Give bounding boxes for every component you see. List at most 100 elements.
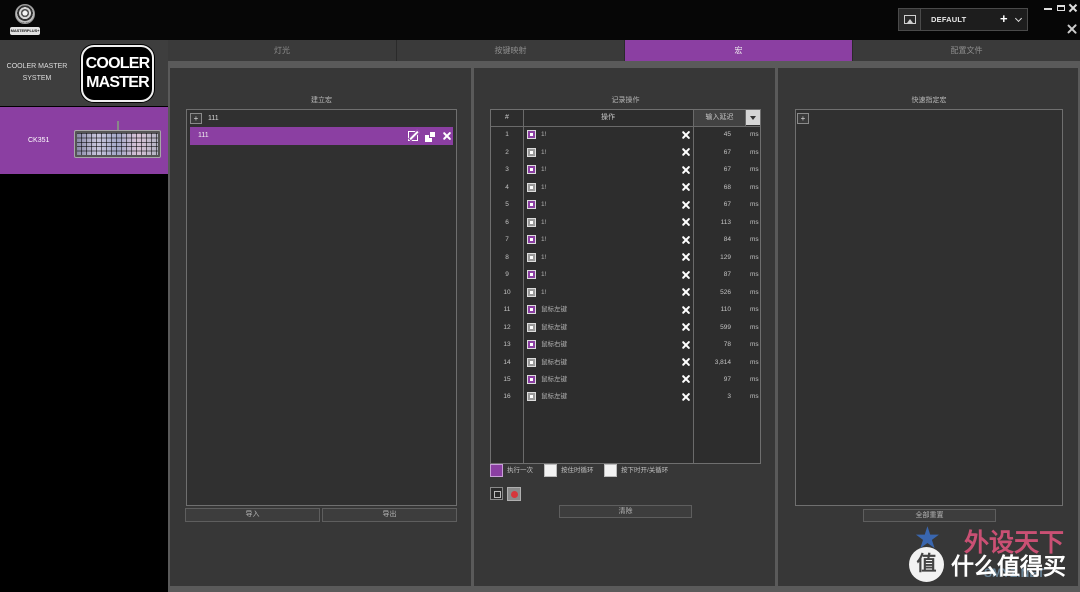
delete-row-icon[interactable]	[682, 165, 691, 174]
record-row-action[interactable]: 鼠标左键	[541, 371, 567, 388]
record-row[interactable]: 9 1! 87 ms	[491, 266, 760, 283]
tab-profile[interactable]: 配置文件	[852, 40, 1080, 61]
delete-row-icon[interactable]	[682, 392, 691, 401]
record-row-action[interactable]: 鼠标右键	[541, 354, 567, 371]
mode-hold-loop-checkbox[interactable]	[544, 464, 557, 477]
mode-once-checkbox[interactable]	[490, 464, 503, 477]
record-row[interactable]: 8 1! 129 ms	[491, 249, 760, 266]
delete-row-icon[interactable]	[682, 375, 691, 384]
sidebar-item-ck351[interactable]: CK351	[0, 107, 168, 174]
record-row-delay[interactable]: 110	[693, 301, 731, 318]
delete-row-icon[interactable]	[682, 340, 691, 349]
record-row-delay[interactable]: 67	[693, 161, 731, 178]
delete-row-icon[interactable]	[682, 218, 691, 227]
record-row-action[interactable]: 1!	[541, 196, 546, 213]
maximize-icon[interactable]	[1057, 5, 1065, 11]
export-button[interactable]: 导出	[322, 508, 457, 522]
record-row-action[interactable]: 1!	[541, 214, 546, 231]
record-row[interactable]: 3 1! 67 ms	[491, 161, 760, 178]
delete-row-icon[interactable]	[682, 270, 691, 279]
delete-row-icon[interactable]	[682, 235, 691, 244]
reset-all-button[interactable]: 全部重置	[863, 509, 996, 522]
profile-image-button[interactable]	[899, 9, 921, 30]
record-row[interactable]: 1 1! 45 ms	[491, 126, 760, 143]
quick-assign-title: 快速指定宏	[911, 97, 947, 104]
tab-macro[interactable]: 宏	[624, 40, 852, 61]
record-row-delay[interactable]: 129	[693, 249, 731, 266]
delete-row-icon[interactable]	[682, 305, 691, 314]
tab-lighting[interactable]: 灯光	[168, 40, 396, 61]
tools-icon[interactable]	[1067, 24, 1077, 34]
record-row-delay[interactable]: 599	[693, 319, 731, 336]
record-row[interactable]: 5 1! 67 ms	[491, 196, 760, 213]
logo-line1: COOLER	[85, 55, 150, 72]
masterplus-logo[interactable]: MASTERPLUS+	[9, 3, 41, 36]
macro-item[interactable]: 111	[190, 127, 453, 145]
record-row-delay[interactable]: 78	[693, 336, 731, 353]
record-row-delay[interactable]: 67	[693, 196, 731, 213]
record-row-delay[interactable]: 68	[693, 179, 731, 196]
record-row-action[interactable]: 鼠标左键	[541, 388, 567, 405]
copy-icon[interactable]	[425, 131, 436, 142]
delete-row-icon[interactable]	[682, 323, 691, 332]
mode-toggle-loop-checkbox[interactable]	[604, 464, 617, 477]
record-row[interactable]: 13 鼠标右键 78 ms	[491, 336, 760, 353]
record-row-action[interactable]: 1!	[541, 179, 546, 196]
record-row-delay[interactable]: 526	[693, 284, 731, 301]
sidebar-item-system[interactable]: COOLER MASTER SYSTEM COOLER MASTER	[0, 40, 168, 106]
stop-icon[interactable]	[490, 487, 503, 500]
record-row[interactable]: 11 鼠标左键 110 ms	[491, 301, 760, 318]
keyboard-keys	[77, 133, 158, 155]
delete-row-icon[interactable]	[682, 288, 691, 297]
close-icon[interactable]	[1069, 4, 1077, 12]
record-row-action[interactable]: 1!	[541, 161, 546, 178]
record-row[interactable]: 12 鼠标左键 599 ms	[491, 319, 760, 336]
record-row-delay[interactable]: 3,814	[693, 354, 731, 371]
record-row[interactable]: 4 1! 68 ms	[491, 179, 760, 196]
delete-row-icon[interactable]	[682, 200, 691, 209]
tab-key-mapping[interactable]: 按键映射	[396, 40, 624, 61]
record-row[interactable]: 10 1! 526 ms	[491, 284, 760, 301]
record-row-delay[interactable]: 84	[693, 231, 731, 248]
delete-row-icon[interactable]	[682, 148, 691, 157]
record-icon[interactable]	[507, 487, 521, 501]
record-row-delay[interactable]: 87	[693, 266, 731, 283]
add-quick-macro-button[interactable]: +	[797, 113, 809, 124]
record-row[interactable]: 2 1! 67 ms	[491, 144, 760, 161]
record-row[interactable]: 16 鼠标左键 3 ms	[491, 388, 760, 405]
minimize-icon[interactable]	[1044, 8, 1052, 10]
import-button[interactable]: 导入	[185, 508, 320, 522]
add-macro-button[interactable]: +	[190, 113, 202, 124]
profile-selector[interactable]: DEFAULT +	[898, 8, 1028, 31]
record-row-action[interactable]: 鼠标左键	[541, 301, 567, 318]
delete-macro-icon[interactable]	[443, 131, 452, 140]
record-row[interactable]: 7 1! 84 ms	[491, 231, 760, 248]
delete-row-icon[interactable]	[682, 130, 691, 139]
record-row-delay[interactable]: 45	[693, 126, 731, 143]
record-row-action[interactable]: 1!	[541, 126, 546, 143]
record-row-action[interactable]: 1!	[541, 284, 546, 301]
record-row[interactable]: 15 鼠标左键 97 ms	[491, 371, 760, 388]
record-row-action[interactable]: 1!	[541, 249, 546, 266]
record-row-delay[interactable]: 67	[693, 144, 731, 161]
record-row-action[interactable]: 1!	[541, 231, 546, 248]
record-row-unit: ms	[750, 148, 759, 156]
record-row-delay[interactable]: 97	[693, 371, 731, 388]
record-row[interactable]: 6 1! 113 ms	[491, 214, 760, 231]
record-row-delay[interactable]: 3	[693, 388, 731, 405]
edit-icon[interactable]	[408, 131, 418, 141]
record-row-delay[interactable]: 113	[693, 214, 731, 231]
record-row-action[interactable]: 1!	[541, 144, 546, 161]
delete-row-icon[interactable]	[682, 183, 691, 192]
record-row-action[interactable]: 鼠标左键	[541, 319, 567, 336]
record-row-index: 13	[503, 341, 511, 349]
add-profile-button[interactable]: +	[1000, 9, 1008, 29]
record-row-action[interactable]: 1!	[541, 266, 546, 283]
delete-row-icon[interactable]	[682, 253, 691, 262]
chevron-down-icon[interactable]	[1014, 14, 1023, 23]
record-row-action[interactable]: 鼠标右键	[541, 336, 567, 353]
delete-row-icon[interactable]	[682, 358, 691, 367]
record-row-index: 14	[503, 358, 511, 366]
clear-button[interactable]: 清除	[559, 505, 692, 518]
record-row[interactable]: 14 鼠标右键 3,814 ms	[491, 354, 760, 371]
